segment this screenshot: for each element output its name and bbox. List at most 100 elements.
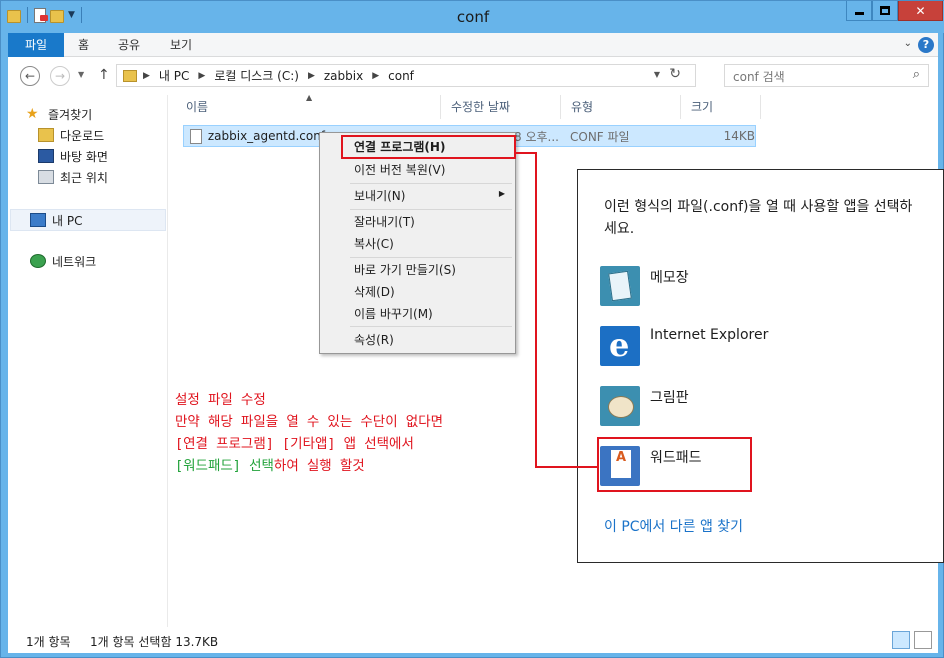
sidebar-item-favorites[interactable]: ★ 즐겨찾기 (26, 104, 92, 124)
menu-separator (350, 326, 512, 327)
breadcrumb-zabbix[interactable]: zabbix (324, 69, 363, 83)
app-name: Internet Explorer (650, 327, 769, 343)
find-other-app-link[interactable]: 이 PC에서 다른 앱 찾기 (604, 516, 743, 536)
item-count: 1개 항목 (26, 635, 71, 649)
annotation-line: [연결 프로그램] [기타앱] 앱 선택에서 (175, 436, 414, 452)
annotation-connector (535, 466, 599, 468)
minimize-icon (854, 12, 864, 15)
sidebar-item-label: 최근 위치 (60, 170, 108, 185)
tab-view[interactable]: 보기 (156, 33, 206, 57)
annotation-line: [워드패드] 선택하여 실행 할것 (175, 455, 443, 477)
sidebar-item-label: 즐겨찾기 (48, 107, 93, 122)
window-controls: ✕ (846, 1, 943, 21)
column-size[interactable]: 크기 (681, 95, 761, 119)
details-view-icon[interactable] (892, 631, 910, 649)
app-option-notepad[interactable]: 메모장 (600, 266, 689, 306)
sidebar-item-label: 네트워크 (52, 254, 97, 269)
app-option-internet-explorer[interactable]: Internet Explorer (600, 326, 768, 366)
breadcrumb-local-disk[interactable]: 로컬 디스크 (C:) (214, 67, 299, 84)
ribbon-tabs: 파일 홈 공유 보기 ⌄ ? (8, 33, 938, 57)
file-size: 14KB (723, 129, 755, 143)
menu-separator (350, 257, 512, 258)
notepad-icon (600, 266, 640, 306)
column-name[interactable]: 이름 (176, 95, 441, 119)
annotation-line: 설정 파일 수정 (175, 392, 266, 408)
back-button[interactable]: ← (20, 66, 40, 86)
annotation-connector (535, 152, 537, 468)
sidebar-item-this-pc[interactable]: 내 PC (30, 210, 82, 230)
breadcrumb-separator-icon[interactable]: ▶ (372, 71, 379, 81)
minimize-button[interactable] (846, 1, 872, 21)
forward-button[interactable]: → (50, 66, 70, 86)
tab-share[interactable]: 공유 (104, 33, 154, 57)
submenu-arrow-icon: ▶ (498, 189, 505, 198)
recent-locations-dropdown-icon[interactable]: ▼ (78, 70, 84, 79)
tab-file[interactable]: 파일 (8, 33, 64, 57)
menu-item-cut[interactable]: 잘라내기(T) (354, 212, 415, 232)
large-icons-view-icon[interactable] (914, 631, 932, 649)
app-option-paint[interactable]: 그림판 (600, 386, 689, 426)
refresh-icon[interactable]: ↻ (669, 66, 681, 82)
explorer-window: ▼ conf ✕ 파일 홈 공유 보기 ⌄ ? ← → ▼ ↑ ▶ 내 PC ▶… (0, 0, 944, 658)
help-icon[interactable]: ? (918, 37, 934, 53)
folder-icon (123, 69, 137, 82)
menu-item-delete[interactable]: 삭제(D) (354, 282, 395, 302)
column-type[interactable]: 유형 (561, 95, 681, 119)
context-menu: 연결 프로그램(H) 이전 버전 복원(V) 보내기(N) ▶ 잘라내기(T) … (319, 132, 516, 354)
status-bar: 1개 항목 1개 항목 선택함 13.7KB (8, 627, 938, 653)
menu-item-create-shortcut[interactable]: 바로 가기 만들기(S) (354, 260, 456, 280)
navigation-bar: ← → ▼ ↑ ▶ 내 PC ▶ 로컬 디스크 (C:) ▶ zabbix ▶ … (8, 57, 938, 95)
menu-separator (350, 183, 512, 184)
sidebar-item-recent-places[interactable]: 최근 위치 (38, 167, 108, 187)
window-title: conf (456, 8, 490, 26)
sidebar-item-label: 다운로드 (60, 128, 105, 143)
menu-item-restore-previous[interactable]: 이전 버전 복원(V) (354, 160, 445, 180)
arrow-left-icon: ← (24, 69, 36, 83)
recent-places-icon (38, 170, 54, 184)
app-name: 메모장 (650, 270, 689, 286)
arrow-right-icon: → (54, 69, 66, 83)
close-button[interactable]: ✕ (898, 1, 943, 21)
annotation-text: 설정 파일 수정 만약 해당 파일을 열 수 있는 수단이 없다면 [연결 프로… (175, 389, 443, 477)
file-type: CONF 파일 (570, 129, 630, 144)
expand-ribbon-icon[interactable]: ⌄ (904, 38, 912, 49)
up-button[interactable]: ↑ (98, 67, 110, 83)
sidebar-item-desktop[interactable]: 바탕 화면 (38, 146, 108, 166)
breadcrumb-this-pc[interactable]: 내 PC (159, 67, 189, 84)
menu-item-properties[interactable]: 속성(R) (354, 330, 394, 350)
address-bar[interactable]: ▶ 내 PC ▶ 로컬 디스크 (C:) ▶ zabbix ▶ conf ▼ ↻ (116, 64, 696, 87)
app-name: 그림판 (650, 390, 689, 406)
annotation-line: 만약 해당 파일을 열 수 있는 수단이 없다면 (175, 414, 444, 430)
wordpad-highlight-box (597, 437, 752, 492)
open-with-description: 이런 형식의 파일(.conf)을 열 때 사용할 앱을 선택하세요. (604, 199, 913, 237)
breadcrumb-conf[interactable]: conf (388, 69, 414, 83)
breadcrumb-separator-icon[interactable]: ▶ (143, 71, 150, 81)
maximize-button[interactable] (872, 1, 898, 21)
menu-item-copy[interactable]: 복사(C) (354, 234, 394, 254)
sidebar-item-downloads[interactable]: 다운로드 (38, 125, 104, 145)
downloads-folder-icon (38, 128, 54, 142)
column-date-modified[interactable]: 수정한 날짜 (441, 95, 561, 119)
navigation-pane: ★ 즐겨찾기 다운로드 바탕 화면 최근 위치 내 PC 네트워크 (8, 95, 168, 627)
breadcrumb-separator-icon[interactable]: ▶ (198, 71, 205, 81)
menu-item-rename[interactable]: 이름 바꾸기(M) (354, 304, 433, 324)
open-with-highlight-box (341, 135, 516, 159)
star-icon: ★ (26, 106, 39, 122)
search-icon: ⌕ (912, 67, 920, 82)
sidebar-item-network[interactable]: 네트워크 (30, 251, 96, 271)
breadcrumb-separator-icon[interactable]: ▶ (308, 71, 315, 81)
annotation-rest: 하여 실행 할것 (273, 458, 365, 474)
maximize-icon (880, 6, 890, 15)
sidebar-item-label: 내 PC (52, 213, 83, 228)
address-dropdown-icon[interactable]: ▼ (654, 70, 660, 79)
title-bar: ▼ conf ✕ (1, 1, 944, 33)
desktop-icon (38, 149, 54, 163)
search-input[interactable]: conf 검색 ⌕ (724, 64, 929, 87)
annotation-highlight: [워드패드] 선택 (175, 458, 274, 474)
file-icon (190, 128, 202, 144)
pc-icon (30, 213, 46, 227)
network-icon (30, 254, 46, 268)
tab-home[interactable]: 홈 (64, 33, 103, 57)
menu-item-send-to[interactable]: 보내기(N) (354, 186, 405, 206)
selection-info: 1개 항목 선택함 13.7KB (90, 635, 219, 649)
